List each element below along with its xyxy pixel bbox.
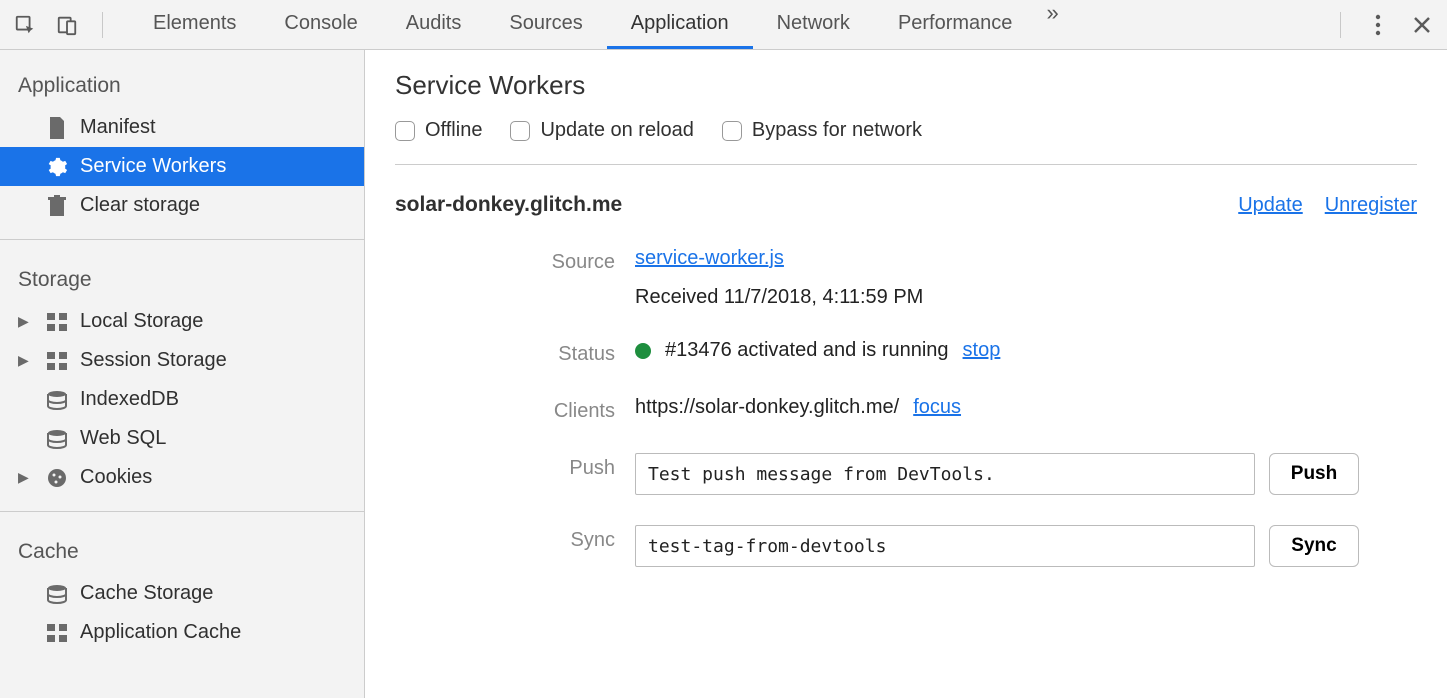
more-tabs-icon[interactable]: »: [1036, 0, 1068, 49]
checkbox-icon: [510, 121, 530, 141]
sidebar-item-label: IndexedDB: [80, 388, 179, 411]
client-url: https://solar-donkey.glitch.me/: [635, 396, 899, 419]
tab-application[interactable]: Application: [607, 0, 753, 49]
push-label: Push: [395, 453, 615, 480]
sidebar-item-indexeddb[interactable]: IndexedDB: [0, 380, 364, 419]
sidebar-item-label: Manifest: [80, 116, 156, 139]
sidebar-section-storage: Storage: [0, 254, 364, 302]
panel-title: Service Workers: [395, 70, 1417, 101]
checkbox-label: Bypass for network: [752, 119, 922, 142]
document-icon: [46, 117, 68, 139]
sync-button[interactable]: Sync: [1269, 525, 1359, 567]
service-workers-panel: Service Workers Offline Update on reload…: [365, 50, 1447, 698]
sidebar-item-label: Cookies: [80, 466, 152, 489]
update-link[interactable]: Update: [1238, 194, 1303, 217]
sidebar-item-manifest[interactable]: Manifest: [0, 108, 364, 147]
checkbox-icon: [722, 121, 742, 141]
bypass-checkbox[interactable]: Bypass for network: [722, 119, 922, 142]
status-dot-icon: [635, 343, 651, 359]
separator: [1340, 12, 1341, 38]
source-file-link[interactable]: service-worker.js: [635, 247, 1417, 270]
stop-link[interactable]: stop: [963, 339, 1001, 362]
sidebar-item-service-workers[interactable]: Service Workers: [0, 147, 364, 186]
update-on-reload-checkbox[interactable]: Update on reload: [510, 119, 693, 142]
sidebar-item-label: Session Storage: [80, 349, 227, 372]
sidebar-item-cache-storage[interactable]: Cache Storage: [0, 574, 364, 613]
inspect-icon[interactable]: [12, 12, 38, 38]
clients-label: Clients: [395, 396, 615, 423]
sidebar-item-label: Application Cache: [80, 621, 241, 644]
sidebar-item-application-cache[interactable]: Application Cache: [0, 613, 364, 652]
sidebar-item-cookies[interactable]: ▶ Cookies: [0, 458, 364, 497]
tab-elements[interactable]: Elements: [129, 0, 260, 49]
expand-icon[interactable]: ▶: [18, 313, 32, 330]
tab-network[interactable]: Network: [753, 0, 874, 49]
unregister-link[interactable]: Unregister: [1325, 194, 1417, 217]
grid-icon: [46, 311, 68, 333]
grid-icon: [46, 622, 68, 644]
expand-icon[interactable]: ▶: [18, 469, 32, 486]
tab-console[interactable]: Console: [260, 0, 381, 49]
tab-sources[interactable]: Sources: [485, 0, 606, 49]
checkbox-label: Update on reload: [540, 119, 693, 142]
grid-icon: [46, 350, 68, 372]
sidebar-item-label: Local Storage: [80, 310, 203, 333]
sync-input[interactable]: [635, 525, 1255, 567]
gear-icon: [46, 156, 68, 178]
sidebar-item-local-storage[interactable]: ▶ Local Storage: [0, 302, 364, 341]
database-icon: [46, 583, 68, 605]
checkbox-icon: [395, 121, 415, 141]
origin-row: solar-donkey.glitch.me Update Unregister: [395, 193, 1417, 217]
sidebar-section-application: Application: [0, 60, 364, 108]
sidebar-item-websql[interactable]: Web SQL: [0, 419, 364, 458]
status-label: Status: [395, 339, 615, 366]
source-received: Received 11/7/2018, 4:11:59 PM: [635, 286, 1417, 309]
sidebar-item-clear-storage[interactable]: Clear storage: [0, 186, 364, 225]
separator: [102, 12, 103, 38]
cookie-icon: [46, 467, 68, 489]
separator: [0, 239, 364, 240]
offline-checkbox[interactable]: Offline: [395, 119, 482, 142]
sidebar-item-label: Service Workers: [80, 155, 226, 178]
close-icon[interactable]: [1409, 12, 1435, 38]
origin-name: solar-donkey.glitch.me: [395, 193, 622, 217]
source-label: Source: [395, 247, 615, 274]
database-icon: [46, 389, 68, 411]
device-toggle-icon[interactable]: [54, 12, 80, 38]
sync-label: Sync: [395, 525, 615, 552]
checkbox-label: Offline: [425, 119, 482, 142]
sw-options-row: Offline Update on reload Bypass for netw…: [395, 119, 1417, 165]
expand-icon[interactable]: ▶: [18, 352, 32, 369]
sidebar-item-session-storage[interactable]: ▶ Session Storage: [0, 341, 364, 380]
trash-icon: [46, 195, 68, 217]
status-text: #13476 activated and is running: [665, 339, 949, 362]
tab-audits[interactable]: Audits: [382, 0, 486, 49]
tab-performance[interactable]: Performance: [874, 0, 1037, 49]
push-button[interactable]: Push: [1269, 453, 1359, 495]
devtools-toolbar: Elements Console Audits Sources Applicat…: [0, 0, 1447, 50]
sidebar-item-label: Cache Storage: [80, 582, 213, 605]
focus-link[interactable]: focus: [913, 396, 961, 419]
push-input[interactable]: [635, 453, 1255, 495]
panel-tabs: Elements Console Audits Sources Applicat…: [129, 0, 1069, 49]
kebab-menu-icon[interactable]: [1365, 12, 1391, 38]
application-sidebar: Application Manifest Service Workers Cle…: [0, 50, 365, 698]
sidebar-item-label: Web SQL: [80, 427, 166, 450]
database-icon: [46, 428, 68, 450]
separator: [0, 511, 364, 512]
sidebar-item-label: Clear storage: [80, 194, 200, 217]
sidebar-section-cache: Cache: [0, 526, 364, 574]
